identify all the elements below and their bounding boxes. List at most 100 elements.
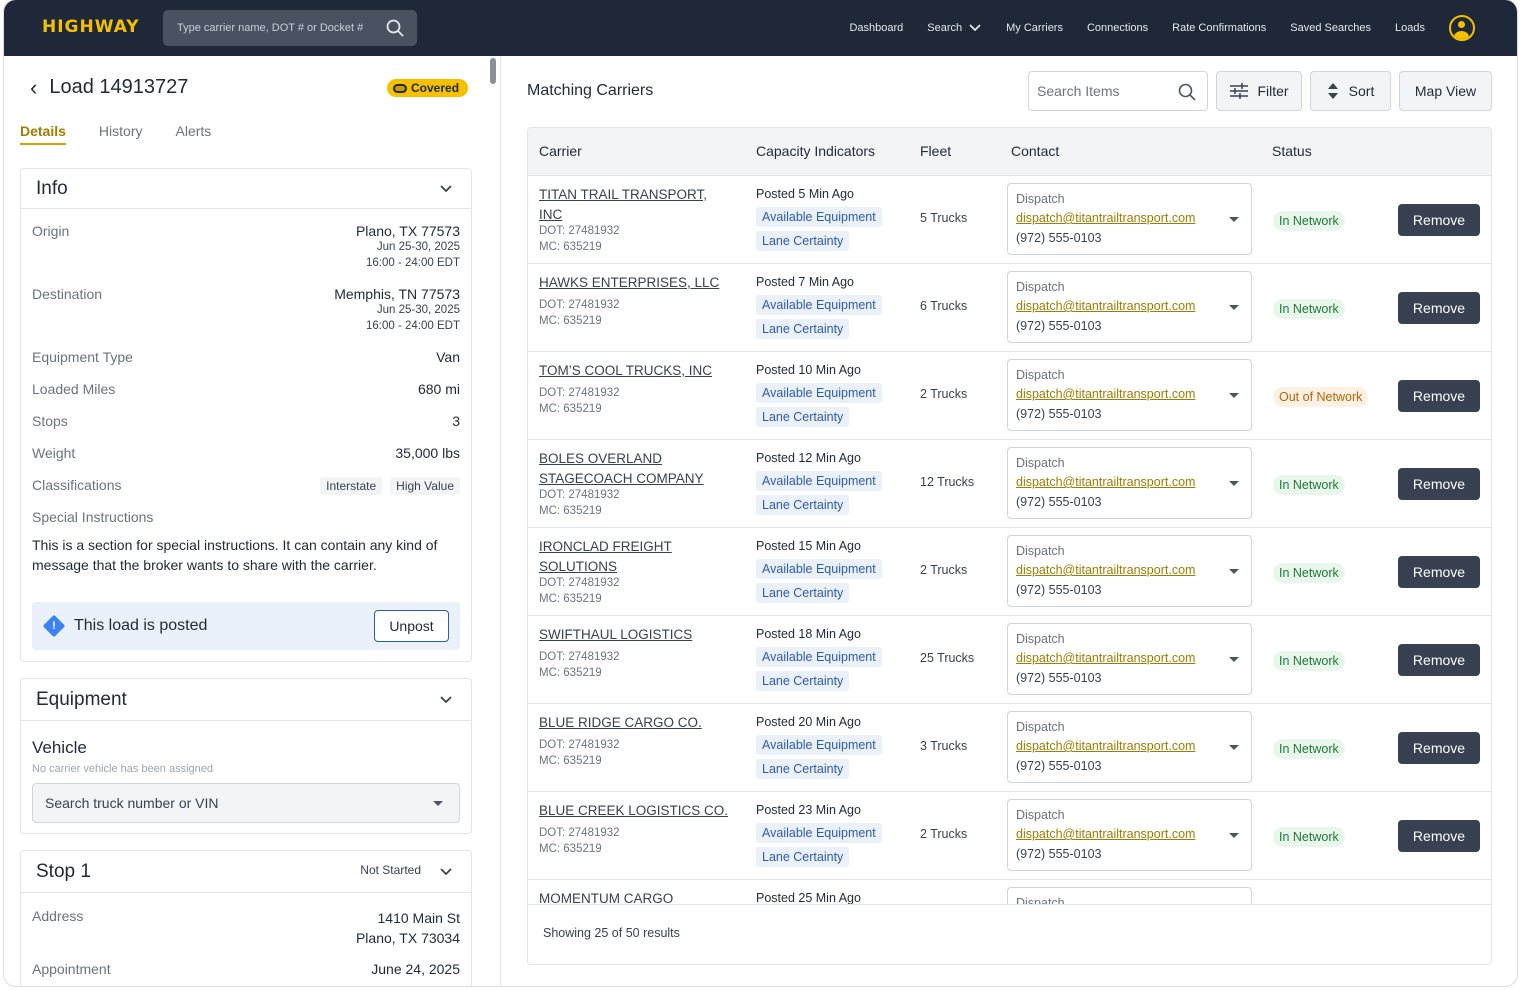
contact-select[interactable]: Dispatch dispatch@titantrailtransport.co…: [1007, 447, 1252, 519]
tab-details[interactable]: Details: [20, 123, 66, 145]
contact-select[interactable]: Dispatch dispatch@titantrailtransport.co…: [1007, 535, 1252, 607]
lane-certainty-badge: Lane Certainty: [756, 671, 850, 691]
results-count: Showing 25 of 50 results: [543, 926, 680, 940]
map-view-button[interactable]: Map View: [1399, 71, 1492, 111]
info-card: Info Origin Plano, TX 77573 Jun 25-30, 2…: [20, 168, 472, 662]
tab-history[interactable]: History: [99, 123, 143, 145]
equipment-title: Equipment: [36, 688, 127, 710]
appointment-value: June 24, 2025: [371, 961, 460, 977]
nav-my-carriers[interactable]: My Carriers: [1006, 22, 1063, 34]
chevron-down-icon[interactable]: [439, 867, 453, 877]
equipment-card-header[interactable]: Equipment: [21, 679, 471, 721]
search-items-input[interactable]: Search Items: [1028, 71, 1208, 111]
nav-search[interactable]: Search: [927, 22, 982, 34]
contact-email-link[interactable]: dispatch@titantrailtransport.com: [1016, 299, 1195, 313]
contact-email-link[interactable]: dispatch@titantrailtransport.com: [1016, 211, 1195, 225]
info-card-header[interactable]: Info: [21, 169, 471, 209]
caret-down-icon[interactable]: [1229, 745, 1239, 750]
caret-down-icon[interactable]: [1229, 569, 1239, 574]
caret-down-icon[interactable]: [1229, 217, 1239, 222]
col-carrier[interactable]: Carrier: [539, 143, 582, 159]
lane-certainty-badge: Lane Certainty: [756, 583, 850, 603]
carrier-dot: DOT: 27481932: [539, 739, 620, 751]
table-header: Carrier Capacity Indicators Fleet Contac…: [528, 128, 1491, 176]
toggle-icon: [393, 83, 407, 93]
caret-down-icon[interactable]: [1229, 305, 1239, 310]
col-status[interactable]: Status: [1272, 143, 1312, 159]
col-capacity-indicators[interactable]: Capacity Indicators: [756, 143, 875, 159]
classifications-label: Classifications: [32, 477, 122, 493]
remove-button[interactable]: Remove: [1398, 204, 1480, 236]
sort-button[interactable]: Sort: [1310, 71, 1391, 111]
contact-select[interactable]: Dispatch dispatch@titantrailtransport.co…: [1007, 623, 1252, 695]
chevron-down-icon[interactable]: [439, 695, 453, 705]
vehicle-search-select[interactable]: Search truck number or VIN: [32, 783, 460, 823]
destination-label: Destination: [32, 286, 103, 302]
col-fleet[interactable]: Fleet: [920, 143, 951, 159]
carrier-name-link[interactable]: SWIFTHAUL LOGISTICS: [539, 625, 729, 645]
remove-button[interactable]: Remove: [1398, 556, 1480, 588]
search-icon[interactable]: [1177, 82, 1197, 102]
remove-button[interactable]: Remove: [1398, 292, 1480, 324]
chevron-down-icon[interactable]: [439, 184, 453, 194]
caret-down-icon[interactable]: [1229, 657, 1239, 662]
filter-button[interactable]: Filter: [1216, 71, 1302, 111]
unpost-button[interactable]: Unpost: [374, 610, 449, 642]
table-row: SWIFTHAUL LOGISTICS DOT: 27481932 MC: 63…: [528, 616, 1491, 704]
carrier-name-link[interactable]: BOLES OVERLAND STAGECOACH COMPANY: [539, 449, 729, 489]
remove-button[interactable]: Remove: [1398, 644, 1480, 676]
carrier-mc: MC: 635219: [539, 241, 602, 253]
back-arrow-icon[interactable]: ‹: [30, 76, 37, 98]
remove-button[interactable]: Remove: [1398, 380, 1480, 412]
contact-email-link[interactable]: dispatch@titantrailtransport.com: [1016, 651, 1195, 665]
nav-saved-searches[interactable]: Saved Searches: [1290, 22, 1371, 34]
carrier-name-link[interactable]: BLUE CREEK LOGISTICS CO.: [539, 801, 729, 821]
contact-select[interactable]: Dispatch dispatch@titantrailtransport.co…: [1007, 711, 1252, 783]
carrier-name-link[interactable]: TOM’S COOL TRUCKS, INC: [539, 361, 729, 381]
col-contact[interactable]: Contact: [1011, 143, 1059, 159]
contact-email-link[interactable]: dispatch@titantrailtransport.com: [1016, 827, 1195, 841]
contact-email-link[interactable]: dispatch@titantrailtransport.com: [1016, 739, 1195, 753]
remove-button[interactable]: Remove: [1398, 820, 1480, 852]
global-search-input[interactable]: Type carrier name, DOT # or Docket #: [163, 10, 417, 46]
caret-down-icon[interactable]: [1229, 393, 1239, 398]
remove-button[interactable]: Remove: [1398, 732, 1480, 764]
carrier-name-link[interactable]: HAWKS ENTERPRISES, LLC: [539, 273, 729, 293]
covered-label: Covered: [411, 81, 460, 95]
stop-1-card-header[interactable]: Stop 1 Not Started: [21, 851, 471, 893]
remove-button[interactable]: Remove: [1398, 468, 1480, 500]
carrier-name-link[interactable]: BLUE RIDGE CARGO CO.: [539, 713, 729, 733]
caret-down-icon[interactable]: [1229, 481, 1239, 486]
nav-rate-confirmations[interactable]: Rate Confirmations: [1172, 22, 1266, 34]
carrier-name-link[interactable]: TITAN TRAIL TRANSPORT, INC: [539, 185, 729, 225]
contact-email-link[interactable]: dispatch@titantrailtransport.com: [1016, 475, 1195, 489]
contact-select[interactable]: Dispatch dispatch@titantrailtransport.co…: [1007, 799, 1252, 871]
address-line-1: 1410 Main St: [377, 910, 461, 926]
nav-dashboard[interactable]: Dashboard: [849, 22, 903, 34]
network-status-badge: In Network: [1273, 739, 1345, 759]
carrier-name-link[interactable]: IRONCLAD FREIGHT SOLUTIONS: [539, 537, 729, 577]
nav-connections[interactable]: Connections: [1087, 22, 1148, 34]
fleet-size: 6 Trucks: [920, 299, 968, 313]
left-panel-scrollbar[interactable]: [490, 58, 496, 84]
contact-select[interactable]: Dispatch dispatch@titantrailtransport.co…: [1007, 359, 1252, 431]
table-row: BLUE CREEK LOGISTICS CO. DOT: 27481932 M…: [528, 792, 1491, 880]
contact-email-link[interactable]: dispatch@titantrailtransport.com: [1016, 563, 1195, 577]
posted-time: Posted 20 Min Ago: [756, 715, 861, 729]
contact-select[interactable]: Dispatch dispatch@titantrailtransport.co…: [1007, 271, 1252, 343]
contact-phone: (972) 555-0103: [1016, 583, 1102, 597]
carrier-mc: MC: 635219: [539, 505, 602, 517]
contact-phone: (972) 555-0103: [1016, 847, 1102, 861]
nav-loads[interactable]: Loads: [1395, 22, 1425, 34]
search-icon[interactable]: [385, 18, 405, 38]
covered-status-badge: Covered: [387, 79, 469, 97]
origin-row: Origin Plano, TX 77573 Jun 25-30, 2025 1…: [32, 223, 460, 269]
contact-select[interactable]: Dispatch dispatch@titantrailtransport.co…: [1007, 183, 1252, 255]
tab-alerts[interactable]: Alerts: [175, 123, 211, 145]
highway-logo[interactable]: HIGHWAY: [42, 17, 140, 37]
contact-email-link[interactable]: dispatch@titantrailtransport.com: [1016, 387, 1195, 401]
user-avatar-icon[interactable]: [1449, 15, 1475, 41]
caret-down-icon[interactable]: [1229, 833, 1239, 838]
sort-icon: [1327, 83, 1338, 99]
classification-chip: High Value: [390, 477, 460, 495]
